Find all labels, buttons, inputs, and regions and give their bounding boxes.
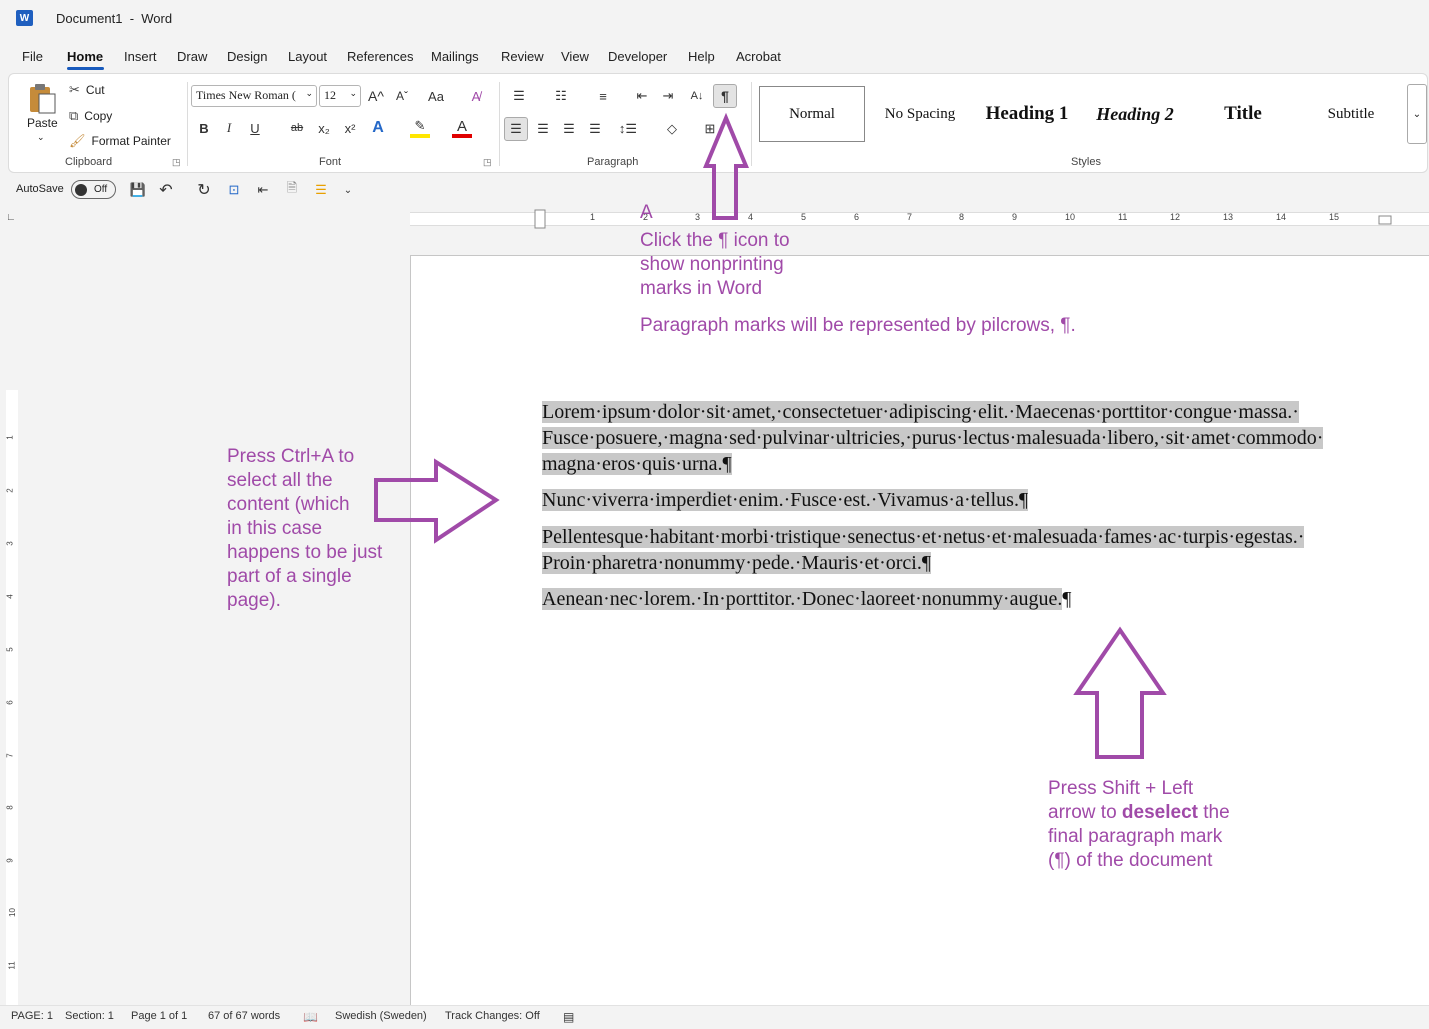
status-track-changes[interactable]: Track Changes: Off bbox=[445, 1010, 540, 1022]
status-page[interactable]: PAGE: 1 bbox=[11, 1010, 53, 1022]
first-line-indent-marker[interactable] bbox=[534, 209, 546, 229]
arrow-right-to-document bbox=[374, 458, 500, 544]
right-indent-marker[interactable] bbox=[1378, 215, 1392, 225]
annotation-arrows bbox=[374, 112, 1392, 759]
status-bar: PAGE: 1 Section: 1 Page 1 of 1 67 of 67 … bbox=[0, 1005, 1429, 1029]
arrow-up-to-pilcrow bbox=[703, 112, 749, 220]
proofing-icon[interactable]: 📖 bbox=[303, 1010, 318, 1024]
status-word-count[interactable]: 67 of 67 words bbox=[208, 1010, 280, 1022]
accessibility-icon[interactable]: ▤ bbox=[563, 1010, 574, 1024]
status-language[interactable]: Swedish (Sweden) bbox=[335, 1010, 427, 1022]
status-section[interactable]: Section: 1 bbox=[65, 1010, 114, 1022]
arrow-up-to-final-mark bbox=[1073, 626, 1167, 759]
status-pages[interactable]: Page 1 of 1 bbox=[131, 1010, 187, 1022]
